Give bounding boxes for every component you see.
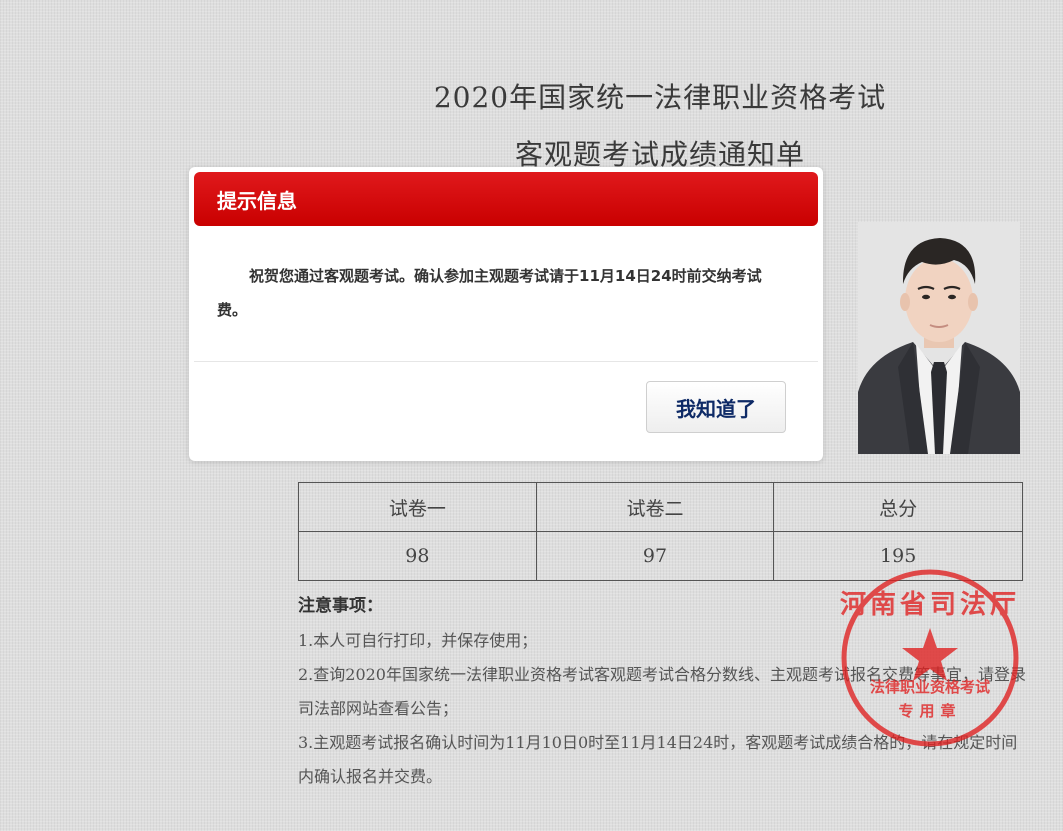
notice-item: 2.查询2020年国家统一法律职业资格考试客观题考试合格分数线、主观题考试报名交… xyxy=(298,665,1026,718)
score-paper-two: 97 xyxy=(535,531,775,581)
acknowledge-button[interactable]: 我知道了 xyxy=(646,381,786,433)
notice-item: 3.主观题考试报名确认时间为11月10日0时至11月14日24时，客观题考试成绩… xyxy=(298,733,1018,786)
header-total: 总分 xyxy=(773,482,1023,532)
dialog-divider xyxy=(194,361,818,362)
score-table: 试卷一 试卷二 总分 98 97 195 xyxy=(298,482,1023,581)
prompt-dialog: 提示信息 祝贺您通过客观题考试。确认参加主观题考试请于11月14日24时前交纳考… xyxy=(189,167,823,461)
table-header-row: 试卷一 试卷二 总分 xyxy=(298,482,1023,532)
candidate-photo xyxy=(858,222,1020,454)
table-row: 98 97 195 xyxy=(298,531,1023,581)
dialog-message: 祝贺您通过客观题考试。确认参加主观题考试请于11月14日24时前交纳考试费。 xyxy=(217,267,762,319)
score-total: 195 xyxy=(773,531,1023,581)
header-paper-two: 试卷二 xyxy=(535,482,775,532)
notice-item: 1.本人可自行打印，并保存使用； xyxy=(298,631,538,650)
notice-section: 注意事项： 1.本人可自行打印，并保存使用； 2.查询2020年国家统一法律职业… xyxy=(298,592,1026,794)
score-paper-one: 98 xyxy=(298,531,537,581)
document-title: 2020年国家统一法律职业资格考试 xyxy=(433,81,887,114)
header-paper-one: 试卷一 xyxy=(298,482,537,532)
notice-title: 注意事项： xyxy=(298,596,383,616)
dialog-header: 提示信息 xyxy=(194,172,818,226)
